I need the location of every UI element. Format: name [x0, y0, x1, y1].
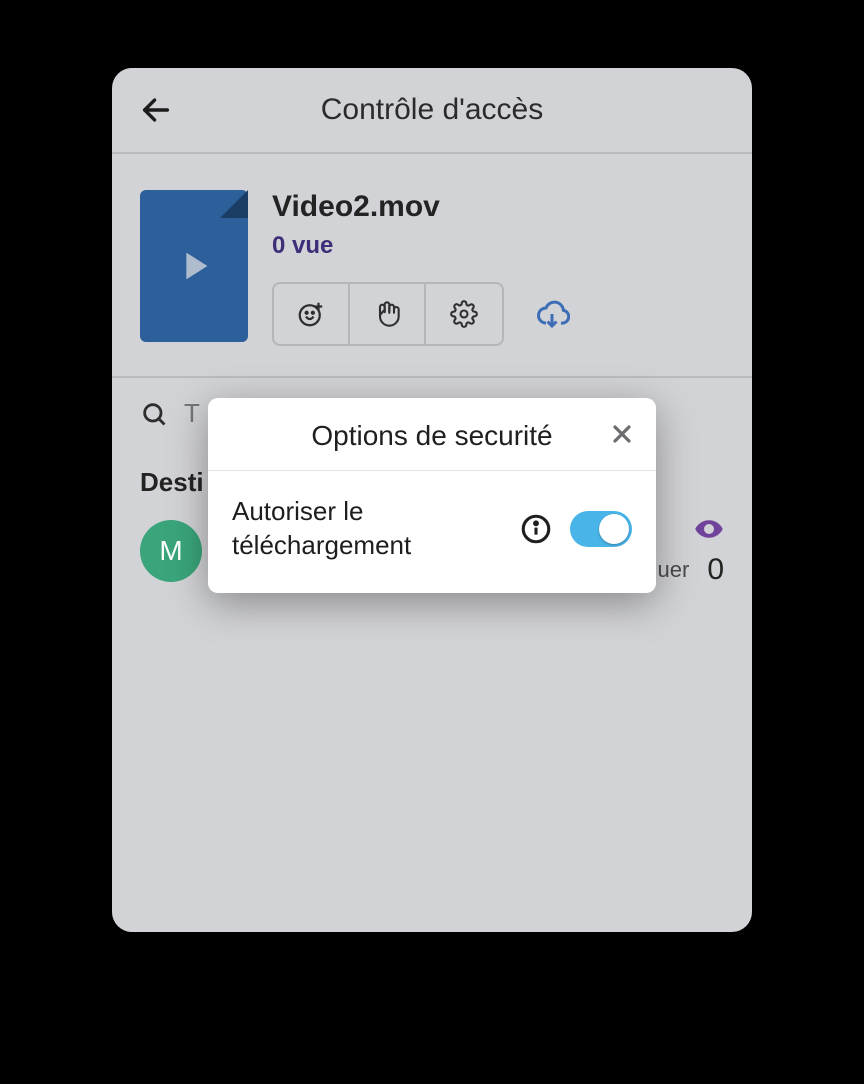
modal-header: Options de securité — [208, 398, 656, 471]
back-button[interactable] — [136, 90, 176, 130]
file-meta: Video2.mov 0 vue — [272, 190, 724, 346]
download-button[interactable] — [528, 290, 576, 338]
views-icon-wrapper — [694, 514, 724, 549]
arrow-left-icon — [139, 93, 173, 127]
topbar: Contrôle d'accès — [112, 68, 752, 154]
view-count: 0 — [707, 553, 724, 587]
avatar: M — [140, 520, 202, 582]
play-icon — [171, 243, 217, 289]
security-options-modal: Options de securité Autoriser le télécha… — [208, 398, 656, 593]
info-button[interactable] — [516, 509, 556, 549]
file-views[interactable]: 0 vue — [272, 232, 724, 260]
hand-icon — [373, 300, 401, 328]
file-name: Video2.mov — [272, 190, 724, 224]
search-icon — [140, 400, 168, 428]
page-title: Contrôle d'accès — [176, 93, 728, 127]
hand-button[interactable] — [350, 284, 426, 344]
emoji-add-button[interactable] — [274, 284, 350, 344]
settings-button[interactable] — [426, 284, 502, 344]
file-actions — [272, 282, 724, 346]
eye-icon — [694, 514, 724, 544]
emoji-plus-icon — [296, 299, 326, 329]
file-fold-corner — [220, 190, 248, 218]
action-button-group — [272, 282, 504, 346]
close-icon — [608, 420, 636, 448]
file-section: Video2.mov 0 vue — [112, 154, 752, 378]
allow-download-toggle[interactable] — [570, 511, 632, 547]
gear-icon — [450, 300, 478, 328]
toggle-knob — [599, 514, 629, 544]
modal-body: Autoriser le téléchargement — [208, 471, 656, 593]
modal-title: Options de securité — [311, 420, 552, 452]
allow-download-label: Autoriser le téléchargement — [232, 495, 502, 563]
modal-close-button[interactable] — [604, 416, 640, 452]
file-thumbnail[interactable] — [140, 190, 248, 342]
info-icon — [519, 512, 553, 546]
cloud-download-icon — [534, 296, 570, 332]
